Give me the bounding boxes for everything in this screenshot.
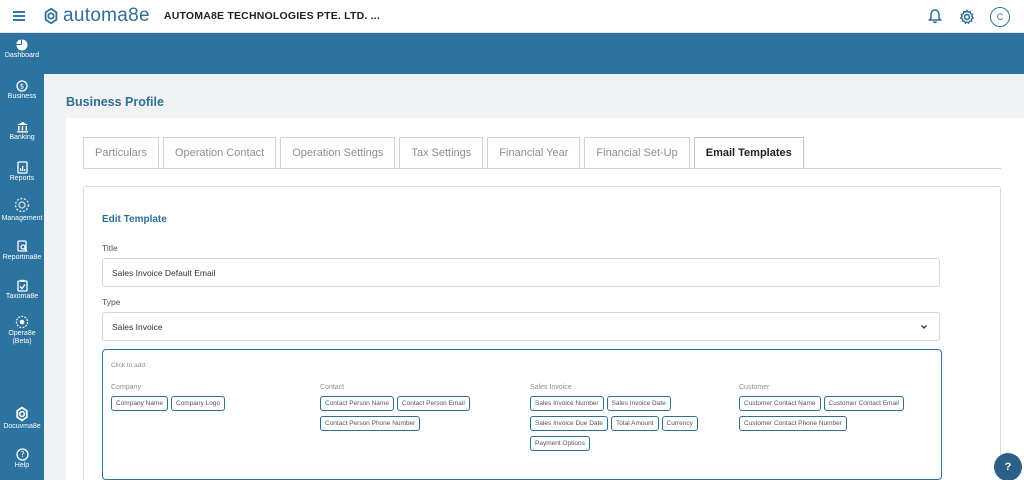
tab-email-templates[interactable]: Email Templates <box>693 137 804 168</box>
edit-template-panel: Edit Template Title Sales Invoice Defaul… <box>83 186 1001 480</box>
title-input[interactable]: Sales Invoice Default Email <box>102 258 940 287</box>
chevron-down-icon <box>921 325 927 329</box>
tag-group-title: Sales Invoice <box>530 384 572 391</box>
docuvma8e-icon <box>16 406 28 422</box>
page-title: Business Profile <box>66 95 164 109</box>
tag-box-hint: Click to add: <box>111 362 147 369</box>
tag-chip[interactable]: Customer Contact Phone Number <box>739 416 847 431</box>
tab-tax-settings[interactable]: Tax Settings <box>399 137 484 168</box>
gear-cluster-icon <box>14 197 30 213</box>
tag-chip[interactable]: Total Amount <box>610 416 659 431</box>
sidebar-item-label: Help <box>14 462 30 469</box>
sidebar-item-label: Reportma8e <box>2 254 42 261</box>
tag-chip[interactable]: Contact Person Name <box>320 396 394 411</box>
tag-chip[interactable]: Company Name <box>111 396 168 411</box>
sidebar-item-reportma8e[interactable]: Reportma8e <box>0 240 44 262</box>
sidebar-item-label: Management <box>1 215 43 222</box>
svg-text:$: $ <box>20 83 24 91</box>
menu-icon[interactable] <box>0 0 38 33</box>
tag-chip[interactable]: Sales Invoice Date <box>606 396 671 411</box>
avatar[interactable]: C <box>990 6 1010 27</box>
tag-group-contact: Contact Contact Person Name Contact Pers… <box>320 384 470 436</box>
sidebar: Dashboard $ Business Banking Reports Man… <box>0 33 44 480</box>
type-select-value: Sales Invoice <box>112 321 163 332</box>
company-name[interactable]: AUTOMA8E TECHNOLOGIES PTE. LTD. ... <box>164 10 380 22</box>
sidebar-item-help[interactable]: ? Help <box>0 448 44 470</box>
pie-chart-icon <box>16 39 28 51</box>
top-bar: automa8e AUTOMA8E TECHNOLOGIES PTE. LTD.… <box>0 0 1024 33</box>
clipboard-icon <box>16 279 28 292</box>
logo-text: automa8e <box>63 5 150 26</box>
app-logo[interactable]: automa8e <box>42 5 150 27</box>
header-band <box>44 33 1024 74</box>
tab-operation-contact[interactable]: Operation Contact <box>162 137 277 168</box>
sidebar-item-label: Docuvma8e <box>3 423 41 430</box>
tab-financial-year[interactable]: Financial Year <box>487 137 581 168</box>
tag-group-sales-invoice: Sales Invoice Sales Invoice Number Sales… <box>530 384 698 456</box>
tag-chip[interactable]: Sales Invoice Due Date <box>530 416 608 431</box>
sidebar-item-label: Dashboard <box>4 52 40 59</box>
sidebar-item-business[interactable]: $ Business <box>0 80 44 101</box>
sidebar-item-opera8e[interactable]: Opera8e (Beta) <box>0 315 44 346</box>
type-label: Type <box>102 297 121 307</box>
sidebar-item-banking[interactable]: Banking <box>0 121 44 142</box>
tag-group-title: Customer <box>739 384 770 391</box>
sidebar-item-label: Taxoma8e <box>5 293 39 300</box>
tab-divider <box>83 168 1001 169</box>
tab-operation-settings[interactable]: Operation Settings <box>280 137 396 168</box>
tag-chip[interactable]: Customer Contact Name <box>739 396 821 411</box>
tag-chip[interactable]: Contact Person Email <box>396 396 470 411</box>
tag-group-customer: Customer Customer Contact Name Customer … <box>739 384 904 436</box>
sidebar-item-dashboard[interactable]: Dashboard <box>0 39 44 60</box>
sidebar-item-label: Opera8e (Beta) <box>8 330 36 345</box>
help-chat-button[interactable]: ? <box>994 453 1022 480</box>
placeholder-tag-box: Click to add: Company Company Name Compa… <box>102 349 942 480</box>
sidebar-item-taxoma8e[interactable]: Taxoma8e <box>0 279 44 301</box>
gear-icon[interactable] <box>958 8 976 26</box>
logo-mark-icon <box>44 7 58 25</box>
tag-chip[interactable]: Currency <box>661 416 698 431</box>
tab-bar: Particulars Operation Contact Operation … <box>83 137 804 168</box>
sidebar-item-label: Business <box>7 93 37 100</box>
tag-group-title: Contact <box>320 384 345 391</box>
tab-financial-setup[interactable]: Financial Set-Up <box>584 137 690 168</box>
sidebar-item-reports[interactable]: Reports <box>0 161 44 183</box>
tag-chip[interactable]: Sales Invoice Number <box>530 396 604 411</box>
type-select[interactable]: Sales Invoice <box>102 312 940 341</box>
bank-icon <box>16 122 28 133</box>
tag-chip[interactable]: Customer Contact Email <box>823 396 904 411</box>
bell-icon[interactable] <box>926 8 944 26</box>
section-title: Edit Template <box>102 214 167 225</box>
report-icon <box>16 161 28 174</box>
sidebar-item-label: Banking <box>9 134 35 141</box>
sidebar-item-label: Reports <box>9 175 35 182</box>
profile-card: Particulars Operation Contact Operation … <box>66 118 1024 480</box>
tag-group-title: Company <box>111 384 141 391</box>
help-icon: ? <box>15 448 29 461</box>
tab-particulars[interactable]: Particulars <box>83 137 159 168</box>
tag-chip[interactable]: Payment Options <box>530 436 590 451</box>
sidebar-item-docuvma8e[interactable]: Docuvma8e <box>0 406 44 431</box>
reportma8e-icon <box>16 240 27 252</box>
business-icon: $ <box>16 80 28 92</box>
tag-chip[interactable]: Company Logo <box>170 396 226 411</box>
tag-chip[interactable]: Contact Person Phone Number <box>320 416 421 431</box>
title-label: Title <box>102 243 118 253</box>
opera8e-icon <box>15 315 29 329</box>
sidebar-item-management[interactable]: Management <box>0 196 44 223</box>
tag-group-company: Company Company Name Company Logo <box>111 384 226 416</box>
svg-text:?: ? <box>20 450 24 459</box>
